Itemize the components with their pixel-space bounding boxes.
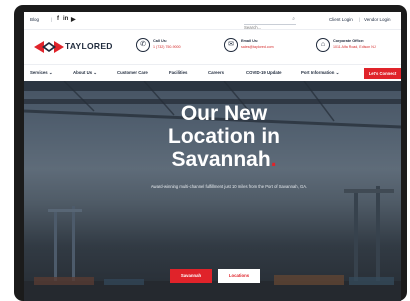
divider: | (359, 17, 361, 22)
corporate-office-label: Corporate Office: (333, 39, 365, 43)
taylored-logo[interactable]: TAYLORED (34, 40, 134, 54)
heading-line-3: Savannah. (124, 148, 324, 171)
linkedin-icon[interactable]: in (63, 16, 68, 22)
email-us-label: Email Us: (241, 39, 259, 43)
logo-text: TAYLORED (65, 41, 113, 51)
nav-covid-update[interactable]: COVID-19 Update (246, 70, 282, 75)
email-icon: ✉ (224, 38, 238, 52)
phone-number[interactable]: 1 (732) 750-9000 (153, 45, 181, 49)
nav-services[interactable]: Services ⌄ (30, 70, 52, 76)
logo-mark-icon (34, 41, 64, 53)
hero-heading: Our New Location in Savannah. (124, 102, 324, 171)
site-header: TAYLORED ✆ Call Us: 1 (732) 750-9000 ✉ E… (24, 30, 401, 63)
nav-careers[interactable]: Careers (208, 70, 224, 75)
call-us-label: Call Us: (153, 39, 168, 43)
blog-link[interactable]: Blog (30, 17, 39, 22)
nav-port-information[interactable]: Port Information ⌄ (301, 70, 339, 76)
locations-button[interactable]: Locations (218, 269, 260, 283)
hero-subtext: Award-winning multi-channel fulfillment … (150, 184, 308, 189)
office-icon: ⌂ (316, 38, 330, 52)
search-box[interactable]: ⌕ (244, 16, 296, 30)
website-screen: Blog | f in ▶ ⌕ Client Login | Vendor Lo… (24, 12, 401, 301)
facebook-icon[interactable]: f (57, 16, 59, 22)
savannah-button[interactable]: Savannah (170, 269, 212, 283)
nav-customer-care[interactable]: Customer Care (117, 70, 148, 75)
client-login-link[interactable]: Client Login (329, 17, 353, 22)
heading-line-1: Our New (180, 102, 268, 125)
phone-icon: ✆ (136, 38, 150, 52)
heading-word-savannah: Savannah (171, 148, 271, 171)
nav-about-us[interactable]: About Us ⌄ (73, 70, 97, 76)
email-address[interactable]: sales@taylored.com (241, 45, 274, 49)
youtube-icon[interactable]: ▶ (71, 16, 76, 23)
heading-line-2: Location in (168, 125, 280, 148)
nav-facilities[interactable]: Facilities (169, 70, 187, 75)
vendor-login-link[interactable]: Vendor Login (364, 17, 391, 22)
divider: | (51, 17, 53, 22)
heading-dot: . (270, 148, 277, 171)
main-nav: Services ⌄ About Us ⌄ Customer Care Faci… (24, 64, 401, 81)
office-address[interactable]: 1011 Alfa Road, Edison NJ (333, 45, 376, 49)
lets-connect-button[interactable]: Let's Connect (364, 68, 401, 79)
search-icon[interactable]: ⌕ (292, 16, 295, 22)
utility-bar: Blog | f in ▶ ⌕ Client Login | Vendor Lo… (24, 12, 401, 30)
